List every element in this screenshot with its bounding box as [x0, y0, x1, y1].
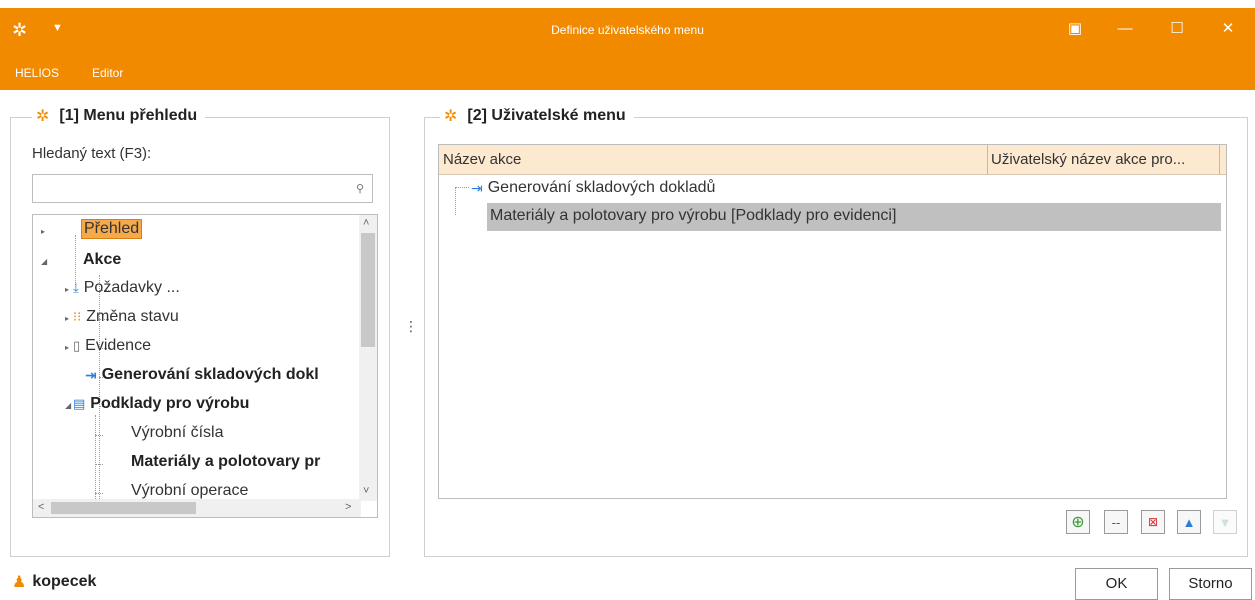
user-menu-grid[interactable]: Název akce Uživatelský název akce pro...…: [438, 144, 1227, 499]
tree-horizontal-scrollbar[interactable]: < >: [33, 499, 361, 517]
tree-node-podklady[interactable]: ▤ Podklady pro výrobu: [73, 395, 249, 413]
requests-icon: ⤓: [73, 280, 79, 295]
tree-node-prehled[interactable]: Přehled: [81, 219, 143, 239]
collapse-icon[interactable]: ◢: [41, 257, 47, 266]
restore-layout-icon[interactable]: ▣: [1055, 16, 1095, 42]
delete-icon: ⊠: [1147, 515, 1159, 529]
move-up-button[interactable]: ▲: [1177, 510, 1201, 534]
collapse-icon[interactable]: ◢: [65, 401, 71, 410]
tree-node-materialy[interactable]: Materiály a polotovary pr: [131, 453, 320, 471]
tree-node-evidence[interactable]: ▯ Evidence: [73, 337, 151, 355]
grid-row[interactable]: ⇥ Generování skladových dokladů: [471, 179, 715, 197]
state-change-icon: ⁝⁝: [73, 309, 82, 324]
arrow-up-icon: ▲: [1182, 514, 1196, 530]
search-input[interactable]: ⚲: [32, 174, 373, 203]
evidence-icon: ▯: [73, 338, 81, 353]
search-label: Hledaný text (F3):: [32, 145, 152, 162]
overview-menu-title: ✲ [1] Menu přehledu: [32, 106, 206, 126]
menu-item-helios[interactable]: HELIOS: [15, 66, 59, 80]
column-header-uzivatelsky-nazev[interactable]: Uživatelský název akce pro...: [991, 151, 1185, 168]
add-icon: ⊕: [1071, 514, 1085, 531]
user-icon: ♟: [12, 574, 27, 591]
scroll-up-icon[interactable]: ˄: [363, 217, 369, 229]
scroll-thumb[interactable]: [361, 233, 375, 347]
tree-node-pozadavky[interactable]: ⤓ Požadavky ...: [73, 279, 180, 297]
tree-node-generovani[interactable]: ⇥ Generování skladových dokl: [85, 366, 319, 384]
expand-icon[interactable]: ▸: [65, 285, 69, 294]
add-button[interactable]: ⊕: [1066, 510, 1090, 534]
scroll-left-icon[interactable]: <: [38, 501, 44, 513]
column-header-nazev-akce[interactable]: Název akce: [443, 151, 521, 168]
minimize-button[interactable]: —: [1105, 16, 1145, 42]
expand-icon[interactable]: ▸: [65, 343, 69, 352]
expand-icon[interactable]: ▸: [41, 227, 45, 236]
separator-button[interactable]: --: [1104, 510, 1128, 534]
tree-node-akce[interactable]: Akce: [83, 251, 121, 269]
move-down-button[interactable]: ▼: [1213, 510, 1237, 534]
tree-node-vyrobni-operace[interactable]: Výrobní operace: [131, 482, 248, 500]
user-menu-title: ✲ [2] Uživatelské menu: [440, 106, 634, 126]
tree-node-vyrobni-cisla[interactable]: Výrobní čísla: [131, 424, 223, 442]
scroll-thumb[interactable]: [51, 502, 196, 514]
grid-header: Název akce Uživatelský název akce pro...: [439, 145, 1226, 175]
overview-tree[interactable]: ▸ Přehled ◢ Akce ▸ ⤓ Požadavky ... ▸ ⁝⁝ …: [32, 214, 378, 518]
delete-button[interactable]: ⊠: [1141, 510, 1165, 534]
maximize-button[interactable]: ☐: [1157, 16, 1197, 42]
star-icon: ✲: [36, 108, 50, 125]
generate-docs-icon: ⇥: [85, 366, 97, 383]
arrow-down-icon: ▼: [1218, 514, 1232, 530]
splitter-handle[interactable]: ⋮: [404, 318, 418, 335]
ok-button[interactable]: OK: [1075, 568, 1158, 600]
menu-item-editor[interactable]: Editor: [92, 66, 123, 80]
production-docs-icon: ▤: [73, 396, 86, 411]
cancel-button[interactable]: Storno: [1169, 568, 1252, 600]
search-icon[interactable]: ⚲: [356, 182, 364, 195]
expand-icon[interactable]: ▸: [65, 314, 69, 323]
scroll-down-icon[interactable]: ˅: [363, 485, 369, 497]
grid-row-label: Materiály a polotovary pro výrobu [Podkl…: [490, 207, 897, 224]
star-icon: ✲: [444, 108, 458, 125]
current-user: ♟ kopecek: [12, 573, 97, 591]
title-bar: ✲ ▼ Definice uživatelského menu ▣ — ☐ ✕: [0, 0, 1255, 62]
close-button[interactable]: ✕: [1208, 16, 1248, 42]
menu-bar: HELIOS Editor: [0, 54, 1255, 90]
separator-icon: --: [1111, 514, 1121, 530]
tree-node-zmena-stavu[interactable]: ⁝⁝ Změna stavu: [73, 308, 179, 326]
scroll-right-icon[interactable]: >: [345, 501, 351, 513]
generate-docs-icon: ⇥: [471, 179, 483, 196]
tree-vertical-scrollbar[interactable]: ˄ ˅: [359, 215, 377, 501]
